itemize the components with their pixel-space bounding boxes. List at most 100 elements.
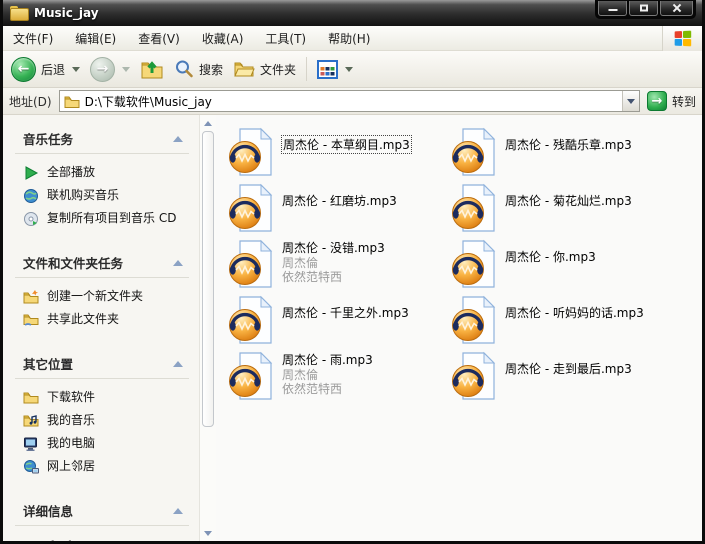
minimize-button[interactable] (598, 1, 627, 16)
file-tile[interactable]: 周杰伦 - 菊花灿烂.mp3 (451, 183, 674, 231)
maximize-icon (640, 5, 648, 12)
chevron-down-icon (627, 99, 635, 104)
chevron-up-icon[interactable] (173, 508, 183, 514)
windows-logo-icon (675, 31, 692, 47)
scrollbar-thumb[interactable] (202, 131, 214, 427)
go-arrow-icon: → (647, 91, 667, 111)
file-name[interactable]: 周杰伦 - 菊花灿烂.mp3 (505, 192, 632, 209)
mp3-file-icon (228, 351, 274, 401)
explorer-window: Music_jay 文件(F) 编辑(E) 查看(V) 收藏(A) 工具(T) 帮助(H)… (0, 0, 705, 544)
file-text: 周杰伦 - 走到最后.mp3 (505, 351, 632, 377)
title-bar[interactable]: Music_jay (3, 0, 702, 26)
details-folder-name: Music_jay (15, 533, 189, 541)
file-list[interactable]: 周杰伦 - 本草纲目.mp3 周杰伦 - 红磨坊.mp3 周杰伦 - 没错.mp… (216, 115, 702, 541)
forward-button[interactable]: → (90, 57, 130, 82)
sidebar-section: 音乐任务全部播放联机购买音乐复制所有项目到音乐 CD (15, 127, 189, 230)
sidebar-item-label: 创建一个新文件夹 (47, 288, 143, 304)
file-name[interactable]: 周杰伦 - 没错.mp3 (282, 239, 385, 256)
file-tile[interactable]: 周杰伦 - 本草纲目.mp3 (228, 127, 451, 175)
sidebar-item[interactable]: 网上邻居 (15, 455, 189, 478)
file-tile[interactable]: 周杰伦 - 没错.mp3周杰倫依然范特西 (228, 239, 451, 287)
menu-item[interactable]: 编辑(E) (75, 30, 116, 47)
file-name[interactable]: 周杰伦 - 走到最后.mp3 (505, 360, 632, 377)
windows-logo-box (662, 26, 702, 51)
views-dropdown-icon[interactable] (345, 67, 353, 72)
sidebar-item[interactable]: 共享此文件夹 (15, 308, 189, 331)
go-button[interactable]: → 转到 (647, 91, 696, 111)
sidebar-item-label: 我的电脑 (47, 435, 95, 451)
section-title: 音乐任务 (23, 129, 73, 148)
address-input[interactable]: D:\下载软件\Music_jay (59, 90, 640, 112)
sidebar-item-label: 下载软件 (47, 389, 95, 405)
chevron-up-icon[interactable] (173, 361, 183, 367)
folder-up-icon (140, 57, 164, 81)
file-tile[interactable]: 周杰伦 - 雨.mp3周杰倫依然范特西 (228, 351, 451, 399)
sidebar-item-label: 网上邻居 (47, 458, 95, 474)
file-name[interactable]: 周杰伦 - 残酷乐章.mp3 (505, 136, 632, 153)
file-name-selected[interactable]: 周杰伦 - 本草纲目.mp3 (282, 136, 411, 153)
file-tile[interactable]: 周杰伦 - 残酷乐章.mp3 (451, 127, 674, 175)
address-label: 地址(D) (9, 93, 52, 110)
sidebar-section: 其它位置下载软件我的音乐我的电脑网上邻居 (15, 352, 189, 478)
globe-icon (23, 188, 39, 204)
address-folder-icon (64, 95, 80, 108)
close-button[interactable] (660, 1, 693, 16)
mp3-file-icon (228, 183, 274, 233)
music-folder-icon (23, 413, 39, 429)
folders-button[interactable]: 文件夹 (233, 59, 296, 79)
file-name[interactable]: 周杰伦 - 你.mp3 (505, 248, 596, 265)
file-name[interactable]: 周杰伦 - 千里之外.mp3 (282, 304, 409, 321)
sidebar-item[interactable]: 下载软件 (15, 386, 189, 409)
scroll-up-button[interactable] (200, 116, 216, 130)
file-tile[interactable]: 周杰伦 - 千里之外.mp3 (228, 295, 451, 343)
chevron-up-icon[interactable] (173, 136, 183, 142)
sidebar-item[interactable]: 我的电脑 (15, 432, 189, 455)
address-dropdown-button[interactable] (622, 91, 639, 111)
section-title: 其它位置 (23, 354, 73, 373)
sidebar-item[interactable]: 联机购买音乐 (15, 184, 189, 207)
file-tile[interactable]: 周杰伦 - 红磨坊.mp3 (228, 183, 451, 231)
scroll-down-button[interactable] (200, 526, 216, 540)
chevron-down-icon (204, 531, 212, 536)
file-album: 依然范特西 (282, 382, 373, 396)
up-button[interactable] (140, 57, 164, 81)
address-bar: 地址(D) D:\下载软件\Music_jay → 转到 (3, 88, 702, 115)
mp3-file-icon (228, 295, 274, 345)
section-header[interactable]: 详细信息 (15, 499, 189, 526)
section-header[interactable]: 其它位置 (15, 352, 189, 379)
file-tile[interactable]: 周杰伦 - 走到最后.mp3 (451, 351, 674, 399)
search-button[interactable]: 搜索 (174, 59, 223, 79)
mp3-file-icon (451, 295, 497, 345)
file-text: 周杰伦 - 没错.mp3周杰倫依然范特西 (282, 239, 385, 284)
maximize-button[interactable] (629, 1, 658, 16)
menu-item[interactable]: 查看(V) (138, 30, 180, 47)
menu-item[interactable]: 收藏(A) (202, 30, 244, 47)
main-area: 音乐任务全部播放联机购买音乐复制所有项目到音乐 CD 文件和文件夹任务创建一个新文… (3, 115, 702, 541)
menu-item[interactable]: 帮助(H) (328, 30, 370, 47)
mp3-file-icon (451, 351, 497, 401)
file-tile[interactable]: 周杰伦 - 你.mp3 (451, 239, 674, 287)
file-artist: 周杰倫 (282, 368, 373, 382)
views-button[interactable] (317, 60, 353, 79)
file-text: 周杰伦 - 千里之外.mp3 (282, 295, 409, 321)
go-label: 转到 (672, 93, 696, 110)
chevron-up-icon[interactable] (173, 260, 183, 266)
menu-item[interactable]: 工具(T) (265, 30, 306, 47)
back-button[interactable]: ← 后退 (11, 57, 80, 82)
back-label: 后退 (41, 61, 65, 78)
sidebar-item[interactable]: 全部播放 (15, 161, 189, 184)
section-header[interactable]: 音乐任务 (15, 127, 189, 154)
sidebar-item[interactable]: 创建一个新文件夹 (15, 285, 189, 308)
file-name[interactable]: 周杰伦 - 红磨坊.mp3 (282, 192, 397, 209)
share-folder-icon (23, 312, 39, 328)
file-tile[interactable]: 周杰伦 - 听妈妈的话.mp3 (451, 295, 674, 343)
sidebar-item[interactable]: 复制所有项目到音乐 CD (15, 207, 189, 230)
section-header[interactable]: 文件和文件夹任务 (15, 251, 189, 278)
menu-item[interactable]: 文件(F) (13, 30, 53, 47)
task-pane-scrollbar[interactable] (199, 115, 216, 541)
file-name[interactable]: 周杰伦 - 听妈妈的话.mp3 (505, 304, 644, 321)
sidebar-item[interactable]: 我的音乐 (15, 409, 189, 432)
back-dropdown-icon[interactable] (72, 67, 80, 72)
close-icon (672, 3, 682, 13)
file-name[interactable]: 周杰伦 - 雨.mp3 (282, 351, 373, 368)
